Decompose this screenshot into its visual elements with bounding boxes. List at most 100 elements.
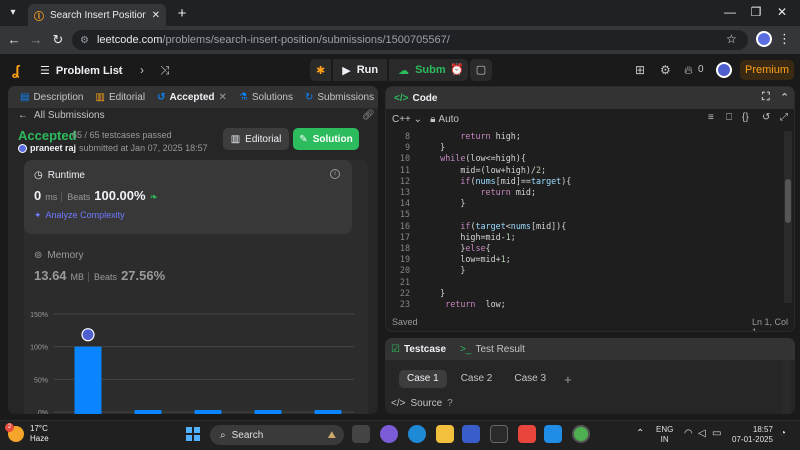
weather-widget[interactable]: 2 17°C Haze [5, 423, 49, 444]
timer-button[interactable]: ⏰ [446, 59, 468, 81]
taskview-icon[interactable] [352, 425, 370, 443]
notification-bell-icon[interactable]: ◔ [780, 428, 786, 439]
wifi-icon[interactable]: ◠ [684, 428, 693, 439]
problem-list-link[interactable]: ☰ Problem List [40, 64, 123, 78]
language-select[interactable]: C++ ⌄ [392, 114, 422, 125]
tab-accepted[interactable]: ↺ Accepted ✕ [151, 92, 233, 103]
store-icon[interactable] [490, 425, 508, 443]
settings-gear-icon[interactable]: ⚙ [660, 63, 671, 77]
editorial-button[interactable]: ▥ Editorial [223, 128, 289, 150]
prev-problem-icon[interactable]: ‹ [118, 63, 122, 77]
mail-icon[interactable] [462, 425, 480, 443]
profile-avatar[interactable] [756, 31, 772, 47]
add-case-icon[interactable]: + [564, 372, 572, 387]
battery-icon[interactable]: ▭ [712, 428, 721, 439]
show-hidden-icons[interactable]: ⌃ [636, 428, 644, 439]
info-icon[interactable]: i [330, 169, 340, 179]
tab-search-icon[interactable]: ▾ [6, 7, 20, 21]
code-line: return low; [445, 299, 506, 309]
run-label: Run [356, 64, 379, 76]
copilot-icon[interactable] [380, 425, 398, 443]
new-tab-button[interactable]: + [173, 5, 191, 23]
tab-accepted-label: Accepted [169, 91, 215, 103]
vscode-icon[interactable] [544, 425, 562, 443]
close-tab-icon[interactable]: ✕ [152, 10, 160, 21]
memory-beats-label: Beats [88, 272, 117, 282]
chart-bar[interactable] [74, 346, 102, 414]
browser-menu-icon[interactable]: ⋮ [778, 31, 791, 47]
close-tab-icon[interactable]: ✕ [218, 92, 226, 103]
volume-icon[interactable]: ◁ [698, 428, 706, 439]
reset-icon[interactable]: ↺ [762, 112, 770, 123]
site-info-icon[interactable]: ⚙ [80, 35, 89, 46]
code-line: }else{ [420, 243, 491, 253]
tab-description[interactable]: ▤ Description [14, 92, 89, 103]
language-indicator[interactable]: ENG IN [656, 425, 673, 445]
mode-select[interactable]: 🔒︎ Auto [430, 114, 459, 125]
streak-fire-icon[interactable]: 🔥︎ [684, 63, 693, 78]
notes-button[interactable]: ▢ [470, 59, 492, 81]
solution-button[interactable]: ✎ Solution [293, 128, 359, 150]
leetcode-avatar[interactable] [716, 62, 732, 78]
chart-bar[interactable] [134, 410, 162, 414]
source-link[interactable]: </> Source? [391, 398, 453, 409]
submission-panel: ▤ Description ▥ Editorial ↺ Accepted ✕ ⚗ Solu… [8, 86, 378, 414]
run-button[interactable]: ▶ Run [333, 59, 388, 81]
testcase-scrollbar[interactable] [783, 360, 791, 414]
chart-bar[interactable] [314, 410, 342, 414]
maximize-icon[interactable]: ⛶ [762, 91, 770, 104]
back-icon[interactable]: ← [6, 32, 22, 47]
expand-icon[interactable]: ⤢ [780, 112, 788, 123]
bookmark-icon[interactable]: ⎕ [726, 112, 732, 123]
tab-test-result[interactable]: >_ Test Result [460, 344, 525, 355]
browser-tab[interactable]: ⓛ Search Insert Position - LeetCode ✕ [28, 4, 166, 26]
case-tab[interactable]: Case 1 [399, 370, 447, 388]
chart-bar[interactable] [254, 410, 282, 414]
help-icon[interactable]: ? [447, 398, 453, 409]
next-problem-icon[interactable]: › [140, 63, 144, 77]
minimize-icon[interactable]: — [720, 5, 740, 19]
tab-submissions[interactable]: ↻ Submissions [299, 92, 378, 103]
layout-icon[interactable]: ⊞ [635, 63, 645, 77]
shuffle-icon[interactable]: ⤨ [160, 63, 170, 78]
code-editor[interactable]: 8 return high; 9 } 10 while(low<=high){11 … [386, 127, 778, 309]
scrollbar-thumb[interactable] [785, 179, 791, 223]
bookmark-star-icon[interactable]: ☆ [726, 32, 737, 46]
all-submissions-link[interactable]: ← All Submissions [18, 110, 105, 121]
memory-value-row: 13.64 MB Beats 27.56% [34, 268, 165, 283]
case-tab[interactable]: Case 2 [453, 370, 501, 388]
debug-button[interactable]: ✱ [310, 59, 332, 81]
search-highlight-icon: ⛰ [327, 429, 336, 441]
analyze-complexity-link[interactable]: ✦ Analyze Complexity [34, 210, 125, 221]
line-number: 11 [399, 164, 410, 175]
collapse-icon[interactable]: ⌃ [780, 91, 789, 104]
premium-button[interactable]: Premium [740, 60, 794, 80]
chart-bar[interactable] [194, 410, 222, 414]
tab-solutions[interactable]: ⚗ Solutions [233, 92, 299, 103]
memory-header[interactable]: ⊚ Memory [34, 250, 84, 261]
left-tabs: ▤ Description ▥ Editorial ↺ Accepted ✕ ⚗ Solu… [8, 86, 378, 108]
link-icon[interactable]: 🔗︎ [362, 110, 375, 121]
wps-office-icon[interactable] [518, 425, 536, 443]
case-tab[interactable]: Case 3 [506, 370, 554, 388]
chrome-icon[interactable] [572, 425, 590, 443]
tab-editorial[interactable]: ▥ Editorial [89, 92, 151, 103]
edge-icon[interactable] [408, 425, 426, 443]
url-field[interactable]: ⚙ leetcode.com/problems/search-insert-po… [72, 30, 748, 50]
clock-date: 07-01-2025 [732, 435, 773, 444]
restore-icon[interactable]: ❐ [746, 5, 766, 19]
runtime-card[interactable]: ◷ Runtime i 0 ms Beats 100.00% ❧ ✦ Analyze… [24, 160, 352, 234]
forward-icon[interactable]: → [28, 32, 44, 47]
taskbar-search[interactable]: ⌕ Search ⛰ [210, 425, 344, 445]
file-explorer-icon[interactable] [436, 425, 454, 443]
reload-icon[interactable]: ↻ [50, 32, 66, 48]
editor-scrollbar[interactable] [784, 131, 792, 303]
user-name[interactable]: praneet raj [30, 143, 76, 153]
start-windows-icon[interactable] [186, 427, 200, 441]
format-icon[interactable]: ≡ [708, 112, 714, 123]
braces-icon[interactable]: {} [742, 112, 749, 123]
tab-testcase[interactable]: ☑ Testcase [391, 344, 446, 355]
system-clock[interactable]: 18:57 07-01-2025 [732, 425, 773, 445]
close-window-icon[interactable]: ✕ [772, 5, 792, 19]
leetcode-logo-icon[interactable]: ʆ [12, 62, 26, 78]
